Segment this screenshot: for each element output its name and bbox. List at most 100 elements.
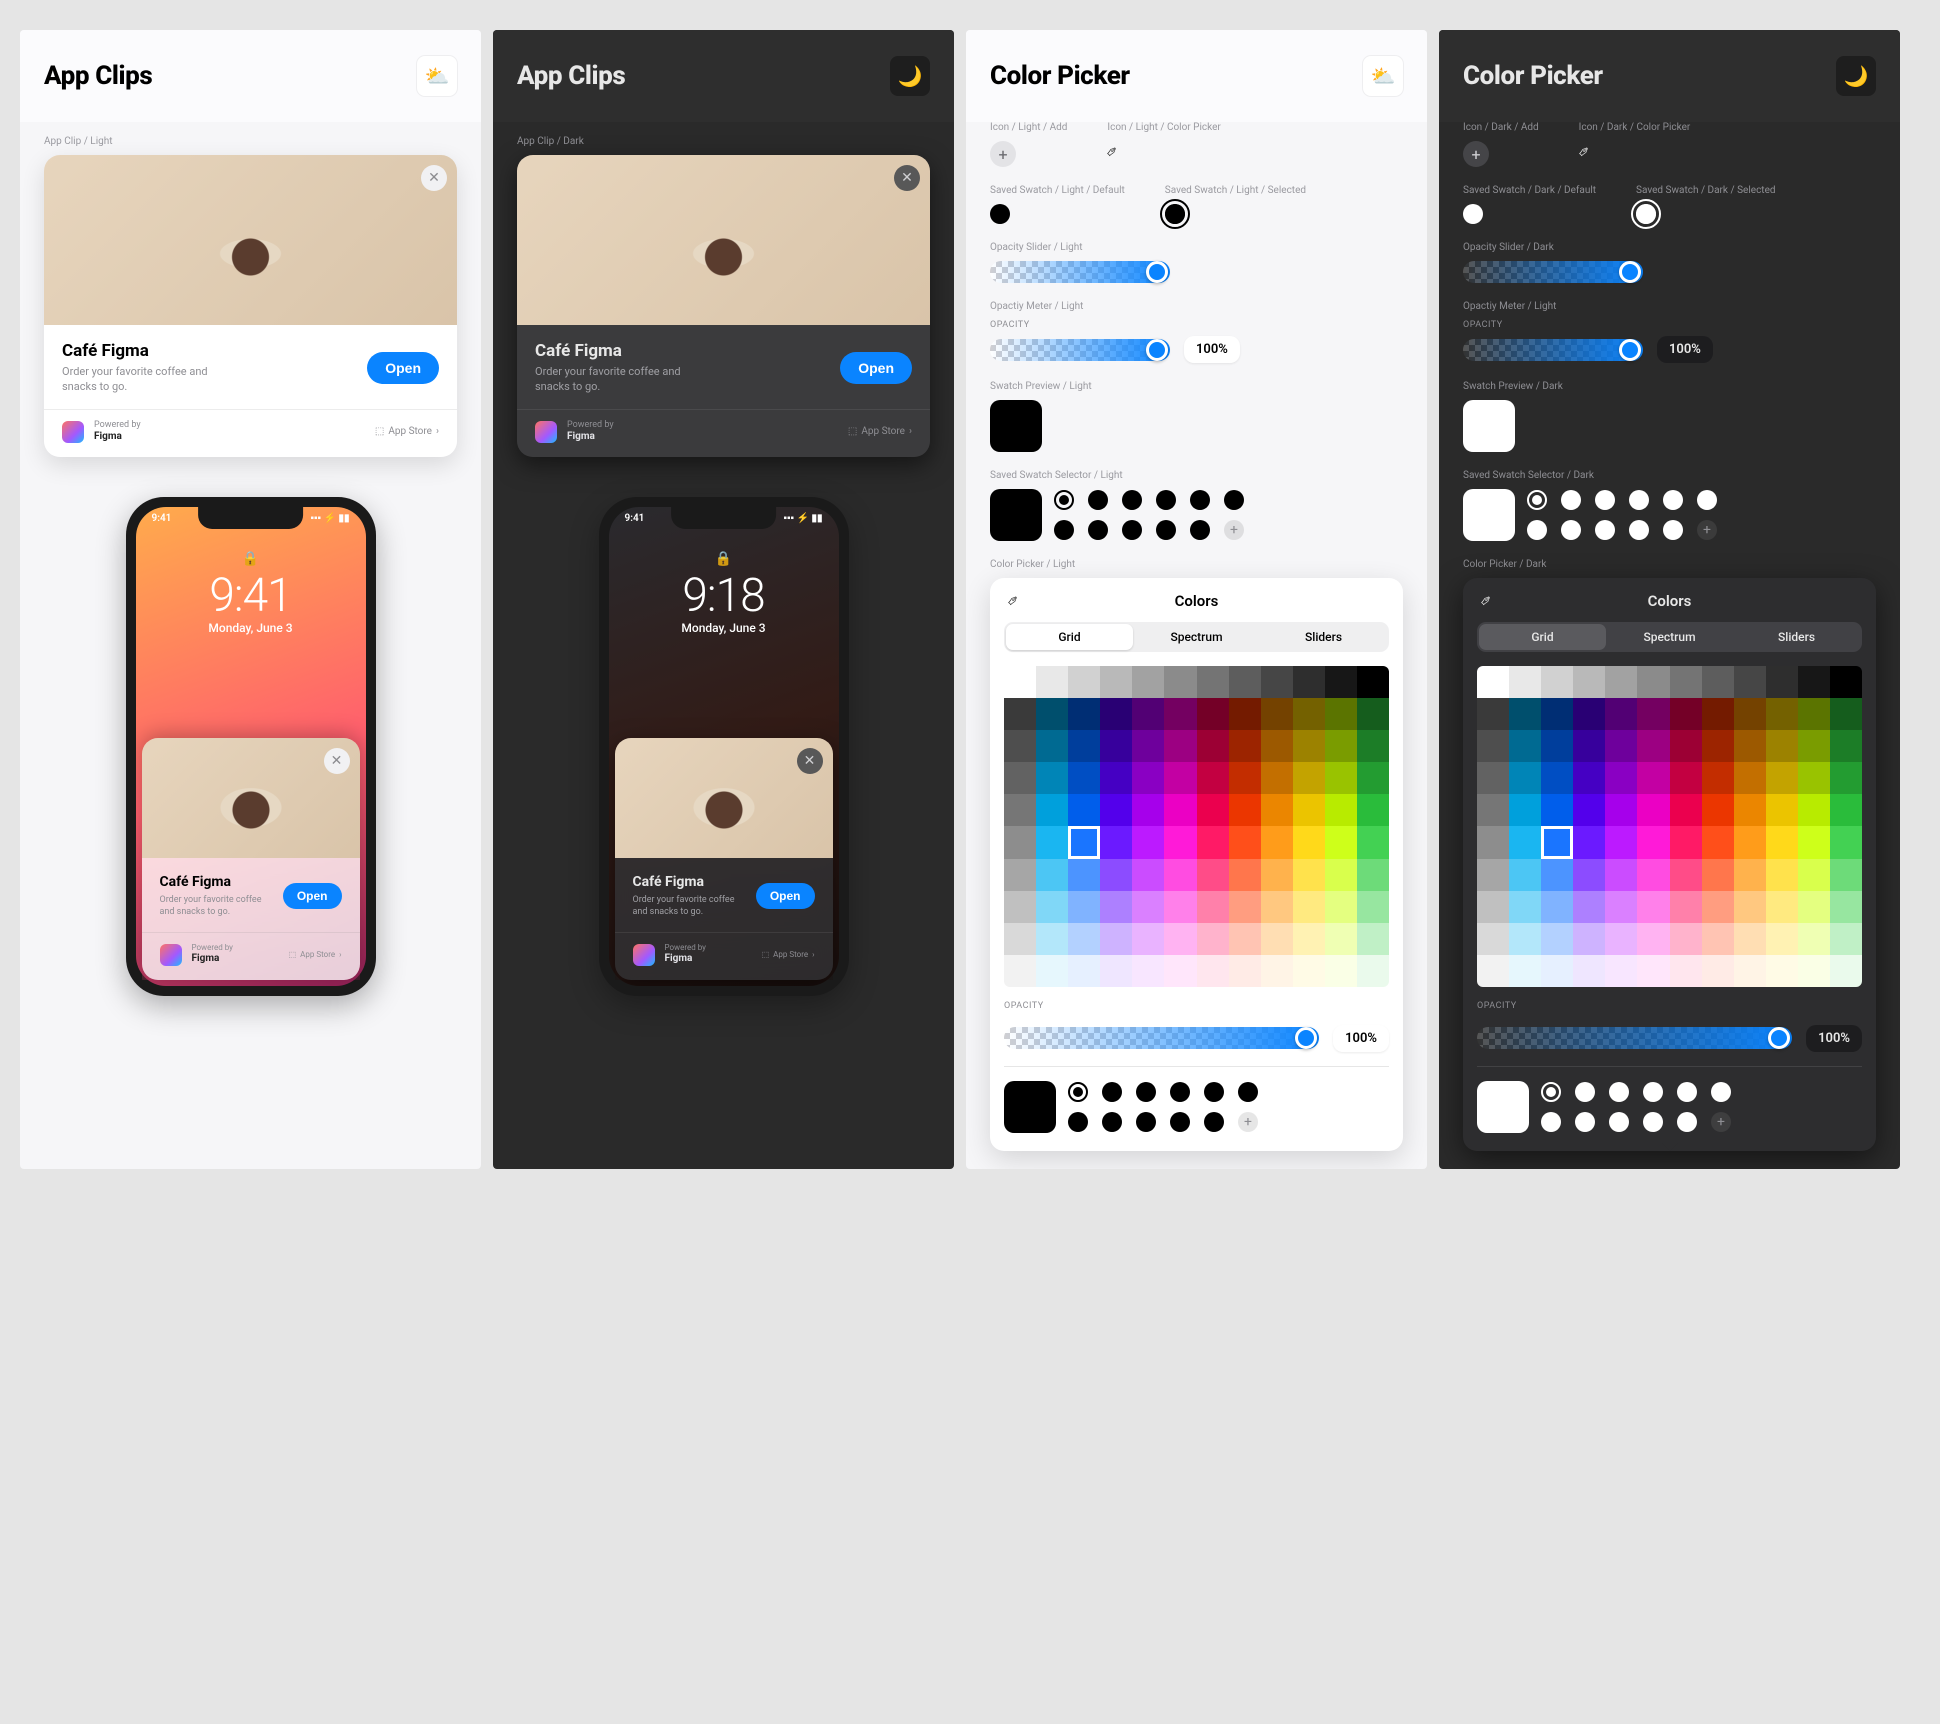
swatch-dot[interactable] [1136, 1112, 1156, 1132]
color-cell[interactable] [1068, 730, 1100, 762]
color-cell[interactable] [1197, 923, 1229, 955]
color-cell[interactable] [1100, 698, 1132, 730]
color-cell[interactable] [1036, 955, 1068, 987]
color-cell[interactable] [1637, 826, 1669, 858]
close-icon[interactable]: ✕ [894, 165, 920, 191]
color-cell[interactable] [1605, 762, 1637, 794]
color-cell[interactable] [1702, 730, 1734, 762]
color-cell[interactable] [1702, 762, 1734, 794]
color-cell[interactable] [1509, 730, 1541, 762]
color-cell[interactable] [1541, 859, 1573, 891]
color-cell[interactable] [1229, 891, 1261, 923]
add-swatch-icon[interactable]: + [1697, 520, 1717, 540]
add-swatch-icon[interactable]: + [1238, 1112, 1258, 1132]
slider-thumb[interactable] [1619, 339, 1641, 361]
color-cell[interactable] [1132, 859, 1164, 891]
color-cell[interactable] [1766, 955, 1798, 987]
color-cell[interactable] [1100, 826, 1132, 858]
color-cell[interactable] [1509, 891, 1541, 923]
opacity-slider[interactable] [1463, 261, 1643, 283]
color-cell[interactable] [1734, 794, 1766, 826]
color-cell[interactable] [1132, 666, 1164, 698]
eyedropper-icon[interactable]: ✑ [1477, 591, 1497, 611]
color-cell[interactable] [1573, 859, 1605, 891]
color-cell[interactable] [1798, 891, 1830, 923]
close-icon[interactable]: ✕ [324, 748, 350, 774]
color-cell[interactable] [1670, 666, 1702, 698]
app-store-link[interactable]: ⬚ App Store › [848, 426, 912, 437]
app-store-link[interactable]: ⬚ App Store › [289, 950, 342, 959]
color-cell[interactable] [1261, 891, 1293, 923]
color-cell[interactable] [1670, 762, 1702, 794]
color-cell[interactable] [1798, 955, 1830, 987]
color-cell[interactable] [1670, 955, 1702, 987]
color-cell[interactable] [1164, 794, 1196, 826]
color-cell[interactable] [1068, 666, 1100, 698]
open-button[interactable]: Open [756, 883, 815, 909]
color-cell[interactable] [1702, 698, 1734, 730]
add-swatch-icon[interactable]: + [1711, 1112, 1731, 1132]
color-cell[interactable] [1605, 666, 1637, 698]
color-cell[interactable] [1293, 730, 1325, 762]
color-cell[interactable] [1357, 666, 1389, 698]
color-cell[interactable] [1541, 794, 1573, 826]
swatch-dot[interactable] [1224, 490, 1244, 510]
color-cell[interactable] [1830, 923, 1862, 955]
color-cell[interactable] [1036, 666, 1068, 698]
swatch-dot[interactable] [1663, 520, 1683, 540]
color-cell[interactable] [1004, 923, 1036, 955]
swatch-dot[interactable] [1609, 1082, 1629, 1102]
color-cell[interactable] [1229, 794, 1261, 826]
color-cell[interactable] [1357, 826, 1389, 858]
color-cell[interactable] [1229, 762, 1261, 794]
color-cell[interactable] [1100, 666, 1132, 698]
color-cell[interactable] [1734, 923, 1766, 955]
color-cell[interactable] [1164, 859, 1196, 891]
slider-thumb[interactable] [1768, 1027, 1790, 1049]
color-cell[interactable] [1541, 730, 1573, 762]
color-cell[interactable] [1830, 698, 1862, 730]
color-cell[interactable] [1477, 762, 1509, 794]
color-cell[interactable] [1702, 859, 1734, 891]
swatch-dot[interactable] [1629, 490, 1649, 510]
color-cell[interactable] [1325, 698, 1357, 730]
app-store-link[interactable]: ⬚ App Store › [762, 950, 815, 959]
color-cell[interactable] [1004, 891, 1036, 923]
color-cell[interactable] [1798, 698, 1830, 730]
color-cell[interactable] [1164, 730, 1196, 762]
color-cell[interactable] [1325, 826, 1357, 858]
color-cell[interactable] [1509, 666, 1541, 698]
color-cell[interactable] [1357, 923, 1389, 955]
color-cell[interactable] [1798, 730, 1830, 762]
color-cell[interactable] [1637, 666, 1669, 698]
color-cell[interactable] [1100, 794, 1132, 826]
swatch-dot[interactable] [1190, 520, 1210, 540]
slider-thumb[interactable] [1146, 261, 1168, 283]
color-cell[interactable] [1357, 762, 1389, 794]
saved-swatch-default[interactable] [1463, 204, 1483, 224]
color-cell[interactable] [1509, 698, 1541, 730]
color-cell[interactable] [1605, 891, 1637, 923]
color-cell[interactable] [1197, 698, 1229, 730]
color-cell[interactable] [1605, 859, 1637, 891]
swatch-dot[interactable] [1122, 520, 1142, 540]
color-cell[interactable] [1261, 923, 1293, 955]
color-cell[interactable] [1766, 794, 1798, 826]
swatch-dot[interactable] [1170, 1082, 1190, 1102]
opacity-slider[interactable] [1477, 1027, 1792, 1049]
color-cell[interactable] [1036, 923, 1068, 955]
color-cell[interactable] [1766, 891, 1798, 923]
color-cell[interactable] [1132, 923, 1164, 955]
swatch-dot[interactable] [1561, 490, 1581, 510]
opacity-slider[interactable] [1004, 1027, 1319, 1049]
color-cell[interactable] [1541, 891, 1573, 923]
color-cell[interactable] [1702, 794, 1734, 826]
color-cell[interactable] [1164, 826, 1196, 858]
color-cell[interactable] [1541, 698, 1573, 730]
color-cell[interactable] [1573, 891, 1605, 923]
color-cell[interactable] [1830, 666, 1862, 698]
color-cell[interactable] [1325, 794, 1357, 826]
swatch-dot[interactable] [1170, 1112, 1190, 1132]
swatch-dot[interactable] [1102, 1112, 1122, 1132]
color-cell[interactable] [1357, 859, 1389, 891]
